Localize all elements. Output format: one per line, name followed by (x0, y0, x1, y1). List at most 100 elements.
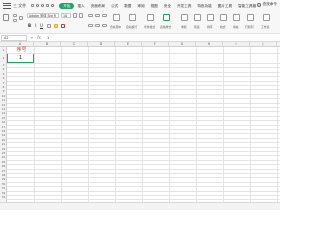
row-header-2[interactable]: 2 (0, 53, 7, 63)
grid-row-line (7, 129, 280, 130)
column-header-e[interactable]: E (115, 42, 142, 47)
tab-security[interactable]: 安全 (161, 3, 174, 9)
column-header-f[interactable]: F (142, 42, 169, 47)
align-left-icon[interactable] (88, 24, 93, 27)
grid-row-line (7, 177, 280, 178)
open-icon[interactable] (36, 4, 40, 7)
column-header-a[interactable]: A (7, 42, 34, 47)
row-column-label[interactable]: 行和列 (245, 25, 253, 29)
grid-row-line (7, 186, 280, 187)
formula-input[interactable]: 1 (47, 36, 49, 40)
align-right-icon[interactable] (102, 24, 107, 27)
redo-icon[interactable] (51, 4, 55, 7)
align-bottom-icon[interactable] (102, 14, 107, 17)
copy-icon[interactable] (13, 19, 17, 22)
table-style-label[interactable]: 表格样式 (160, 25, 171, 29)
grid-row-line (7, 102, 280, 104)
zoom-icon[interactable]: ⌕ (30, 35, 34, 40)
table-style-icon[interactable] (163, 14, 170, 21)
underline-button[interactable]: U (39, 23, 44, 28)
cut-icon[interactable] (13, 14, 17, 17)
column-header-h[interactable]: H (196, 42, 223, 47)
font-size-select[interactable]: 18 (61, 13, 71, 18)
fill-color-icon[interactable] (54, 24, 58, 28)
tab-data[interactable]: 数据 (121, 3, 134, 9)
name-box[interactable]: A2 (1, 34, 27, 41)
conditional-format-label[interactable]: 条件格式 (144, 25, 155, 29)
grid-row-line (7, 142, 280, 143)
column-header-b[interactable]: B (34, 42, 61, 47)
fill-label[interactable]: 填充 (233, 25, 239, 29)
merge-center-icon[interactable] (113, 14, 120, 21)
row-header-33[interactable]: 33 (0, 195, 7, 199)
grid-row-line (7, 155, 280, 156)
conditional-format-icon[interactable] (147, 14, 154, 21)
sum-label[interactable]: 求和 (181, 25, 187, 29)
tab-features[interactable]: 特色功能 (194, 3, 214, 9)
column-header-g[interactable]: G (169, 42, 196, 47)
font-color-icon[interactable] (61, 24, 65, 28)
cell-a2[interactable]: 1 (8, 55, 33, 62)
column-header-j[interactable]: J (250, 42, 277, 47)
grid-row-line (7, 133, 280, 134)
format-painter-icon[interactable] (19, 16, 23, 20)
column-header-c[interactable]: C (61, 42, 88, 47)
format-icon[interactable] (220, 14, 227, 21)
fill-icon[interactable] (233, 14, 240, 21)
save-icon[interactable] (31, 4, 35, 7)
align-center-icon[interactable] (95, 24, 100, 27)
tab-picture-tools[interactable]: 图片工具 (215, 3, 235, 9)
paste-icon[interactable] (3, 14, 9, 21)
column-header-d[interactable]: D (88, 42, 115, 47)
grid-row-line (7, 195, 280, 196)
grid-row-line (7, 115, 280, 117)
italic-button[interactable]: I (33, 23, 38, 28)
hamburger-icon[interactable] (3, 2, 11, 9)
border-icon[interactable] (47, 24, 51, 28)
column-header-i[interactable]: I (223, 42, 250, 47)
wrap-text-label[interactable]: 自动换行 (126, 25, 137, 29)
wrap-text-icon[interactable] (129, 14, 136, 21)
grid-row-line (7, 89, 280, 90)
filter-label[interactable]: 筛选 (194, 25, 200, 29)
tab-home[interactable]: 开始 (59, 2, 75, 9)
tab-view[interactable]: 视图 (148, 3, 161, 9)
grid-row-line (7, 85, 280, 86)
format-label[interactable]: 格式 (220, 25, 226, 29)
ribbon-toolbar: Adobe 宋体 Std R 18 B I U 合并居中 自动换行 条件格式 表… (0, 11, 280, 34)
undo-icon[interactable] (46, 4, 50, 7)
tab-page-layout[interactable]: 页面布局 (88, 3, 108, 9)
worksheet-label[interactable]: 工作表 (261, 25, 269, 29)
merge-center-label[interactable]: 合并居中 (110, 25, 121, 29)
row-column-icon[interactable] (247, 14, 254, 21)
increase-font-icon[interactable] (73, 13, 77, 18)
filter-icon[interactable] (194, 14, 201, 21)
grid-row-line (7, 107, 280, 108)
tab-formulas[interactable]: 公式 (108, 3, 121, 9)
grid-row-line (7, 98, 280, 99)
fx-icon[interactable]: fx (37, 35, 41, 40)
file-menu[interactable]: 三 文件 (13, 3, 26, 9)
font-name-select[interactable]: Adobe 宋体 Std R (27, 13, 59, 18)
sort-icon[interactable] (207, 14, 214, 21)
sum-icon[interactable] (181, 14, 188, 21)
bold-button[interactable]: B (27, 23, 32, 28)
align-top-icon[interactable] (88, 14, 93, 17)
sort-label[interactable]: 排序 (207, 25, 213, 29)
menu-bar: 三 文件 开始 插入 页面布局 公式 数据 审阅 视图 安全 开发工具 特色功能… (0, 0, 280, 11)
align-middle-icon[interactable] (95, 14, 100, 17)
sheet-tab-bar (0, 202, 280, 210)
command-search[interactable]: 查找命令 (256, 2, 277, 7)
grid-row-line (7, 146, 280, 148)
decrease-font-icon[interactable] (79, 13, 83, 18)
print-icon[interactable] (41, 4, 45, 7)
grid-row-line (7, 71, 280, 73)
grid-row-line (7, 199, 280, 200)
tab-developer[interactable]: 开发工具 (174, 3, 194, 9)
grid-row-line (7, 164, 280, 165)
tab-insert[interactable]: 插入 (74, 3, 87, 9)
tab-review[interactable]: 审阅 (134, 3, 147, 9)
spreadsheet-grid: 序号 1 A B C D E F G H I J 1 2 3 4 5 6 7 8 9 10 11 12 13 14 15 16 17… (0, 42, 280, 202)
worksheet-icon[interactable] (263, 14, 270, 21)
tab-smart-toolbox[interactable]: 智能工具箱 (235, 3, 259, 9)
